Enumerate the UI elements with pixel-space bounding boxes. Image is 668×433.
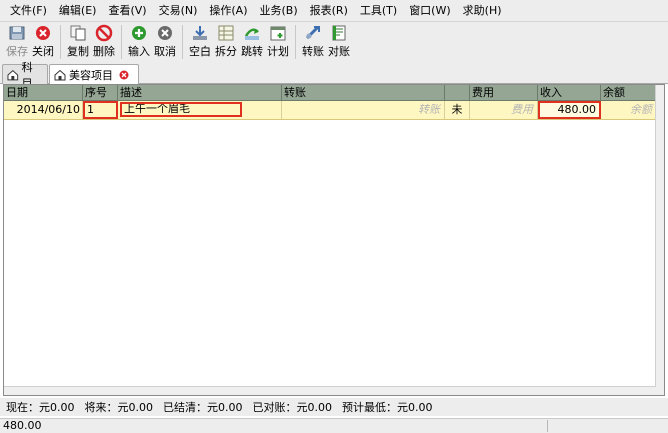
schedule-label: 计划 <box>267 45 289 58</box>
home-icon <box>7 69 19 80</box>
reconcile-icon <box>330 24 348 42</box>
toolbar: 保存 关闭 复制 删除 输入 取消 空白 拆分 跳转 计划 转账 对账 <box>0 22 668 62</box>
duplicate-label: 复制 <box>67 45 89 58</box>
save-button[interactable]: 保存 <box>4 22 30 59</box>
register-grid: 日期 序号 描述 转账 费用 收入 余额 2014/06/10 1 上午一个眉毛… <box>3 84 665 396</box>
row-transfer[interactable]: 转账 <box>282 101 445 119</box>
toolbar-separator <box>182 25 183 59</box>
register-header: 日期 序号 描述 转账 费用 收入 余额 <box>4 85 664 101</box>
status-divider <box>547 420 548 432</box>
col-expense: 费用 <box>470 85 538 100</box>
add-icon <box>130 24 148 42</box>
row-description-rest <box>242 101 282 119</box>
col-description: 描述 <box>118 85 282 100</box>
row-description[interactable]: 上午一个眉毛 <box>120 102 242 117</box>
calendar-icon <box>269 24 287 42</box>
col-date: 日期 <box>4 85 83 100</box>
close-button[interactable]: 关闭 <box>30 22 56 59</box>
row-balance: 余额 <box>630 103 652 116</box>
enter-button[interactable]: 输入 <box>126 22 152 59</box>
jump-icon <box>243 24 261 42</box>
jump-label: 跳转 <box>241 45 263 58</box>
close-label: 关闭 <box>32 45 54 58</box>
tab-accounts[interactable]: 科目 <box>2 61 48 90</box>
duplicate-button[interactable]: 复制 <box>65 22 91 59</box>
menu-actions[interactable]: 操作(A) <box>203 0 253 22</box>
jump-button[interactable]: 跳转 <box>239 22 265 59</box>
col-num: 序号 <box>83 85 118 100</box>
row-reconcile-flag[interactable]: 未 <box>445 101 470 119</box>
status-text: 480.00 <box>3 419 42 432</box>
reconcile-button[interactable]: 对账 <box>326 22 352 59</box>
col-transfer: 转账 <box>282 85 445 100</box>
menu-reports[interactable]: 报表(R) <box>304 0 354 22</box>
split-button[interactable]: 拆分 <box>213 22 239 59</box>
cancel-button[interactable]: 取消 <box>152 22 178 59</box>
vertical-scrollbar[interactable] <box>655 85 664 395</box>
close-tab-icon[interactable] <box>119 70 129 80</box>
reconcile-label: 对账 <box>328 45 350 58</box>
menu-view[interactable]: 查看(V) <box>102 0 152 22</box>
split-label: 拆分 <box>215 45 237 58</box>
schedule-button[interactable]: 计划 <box>265 22 291 59</box>
row-expense[interactable]: 费用 <box>470 101 538 119</box>
delete-label: 删除 <box>93 45 115 58</box>
blank-label: 空白 <box>189 45 211 58</box>
blank-button[interactable]: 空白 <box>187 22 213 59</box>
cancel-icon <box>156 24 174 42</box>
menu-business[interactable]: 业务(B) <box>254 0 304 22</box>
delete-button[interactable]: 删除 <box>91 22 117 59</box>
tab-beauty-items[interactable]: 美容项目 <box>49 64 139 85</box>
col-reconciled <box>445 85 470 100</box>
toolbar-separator <box>60 25 61 59</box>
row-num[interactable]: 1 <box>83 101 118 119</box>
transfer-button[interactable]: 转账 <box>300 22 326 59</box>
split-icon <box>217 24 235 42</box>
horizontal-scrollbar[interactable] <box>4 386 656 395</box>
summary-projected-minimum: 预计最低：元0.00 <box>342 401 433 414</box>
enter-label: 输入 <box>128 45 150 58</box>
menu-help[interactable]: 求助(H) <box>457 0 508 22</box>
transfer-icon <box>304 24 322 42</box>
tab-beauty-items-label: 美容项目 <box>69 69 113 82</box>
summary-bar: 现在：元0.00 将来：元0.00 已结清：元0.00 已对账：元0.00 预计… <box>0 398 668 416</box>
menu-bar: 文件(F) 编辑(E) 查看(V) 交易(N) 操作(A) 业务(B) 报表(R… <box>0 0 668 22</box>
close-icon <box>34 24 52 42</box>
menu-file[interactable]: 文件(F) <box>4 0 53 22</box>
col-income: 收入 <box>538 85 601 100</box>
col-balance: 余额 <box>603 86 625 99</box>
menu-tools[interactable]: 工具(T) <box>354 0 403 22</box>
summary-future: 将来：元0.00 <box>84 401 154 414</box>
row-income[interactable]: 480.00 <box>538 101 601 119</box>
copy-icon <box>69 24 87 42</box>
home-icon <box>54 69 66 81</box>
summary-cleared: 已结清：元0.00 <box>163 401 243 414</box>
save-label: 保存 <box>6 45 28 58</box>
menu-edit[interactable]: 编辑(E) <box>53 0 103 22</box>
save-icon <box>8 24 26 42</box>
menu-transaction[interactable]: 交易(N) <box>153 0 204 22</box>
summary-present: 现在：元0.00 <box>6 401 75 414</box>
table-row[interactable]: 2014/06/10 1 上午一个眉毛 转账 未 费用 480.00 余额 <box>4 101 664 120</box>
summary-reconciled: 已对账：元0.00 <box>252 401 333 414</box>
transfer-label: 转账 <box>302 45 324 58</box>
status-bar: 480.00 <box>0 418 668 433</box>
toolbar-separator <box>121 25 122 59</box>
toolbar-separator <box>295 25 296 59</box>
tab-bar: 科目 美容项目 <box>0 61 668 90</box>
row-date[interactable]: 2014/06/10 <box>4 101 83 119</box>
download-icon <box>191 24 209 42</box>
cancel-label: 取消 <box>154 45 176 58</box>
menu-windows[interactable]: 窗口(W) <box>403 0 456 22</box>
delete-icon <box>95 24 113 42</box>
